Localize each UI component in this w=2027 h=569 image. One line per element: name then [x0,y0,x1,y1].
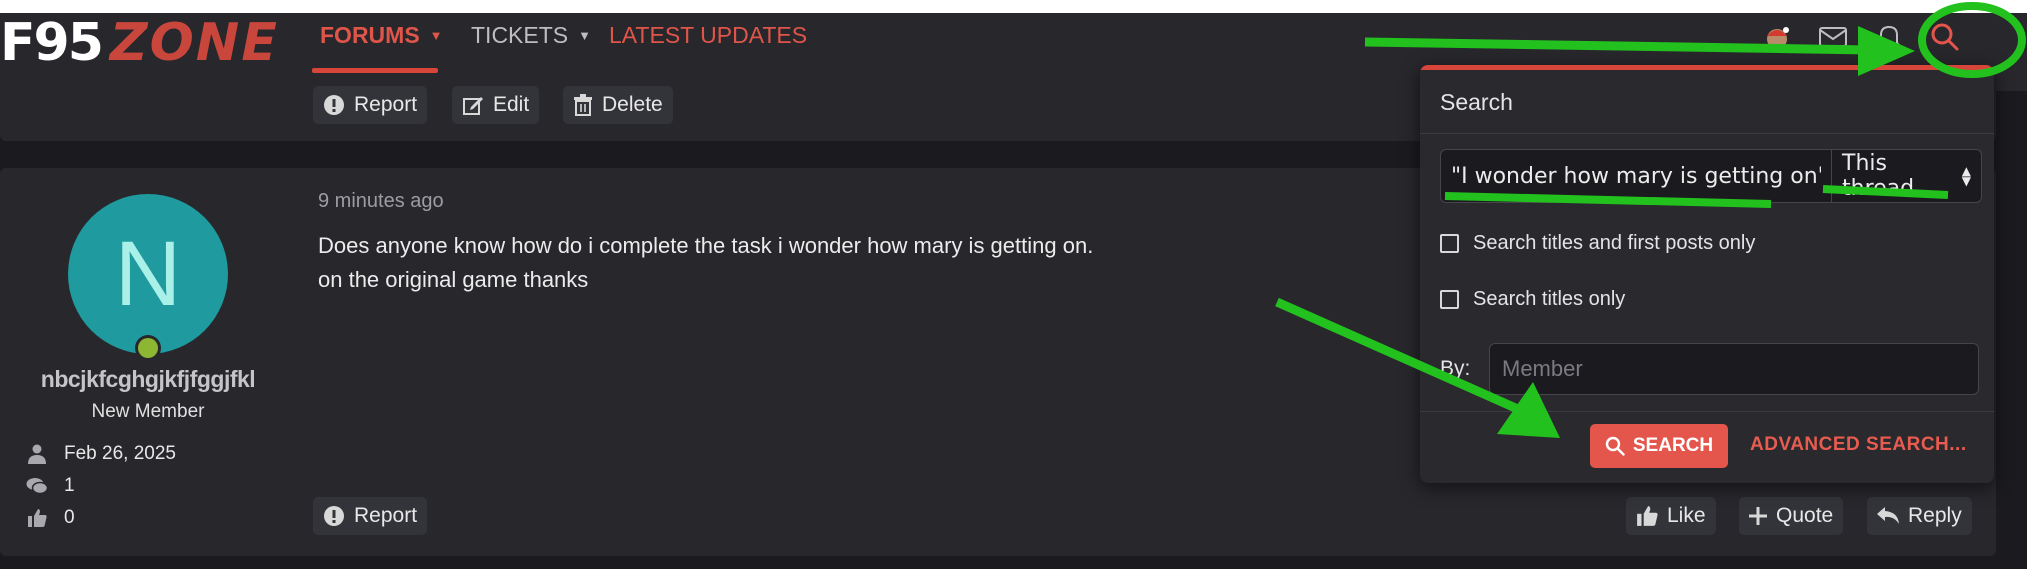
search-icon [1605,436,1625,456]
plus-icon [1749,507,1767,525]
edit-button[interactable]: Edit [452,86,540,124]
search-panel: Search This thread ▲▼ Search titles and … [1420,65,1994,483]
divider [1420,133,1994,134]
checkbox[interactable] [1440,290,1459,309]
thumbs-up-icon [28,509,47,527]
reply-label: Reply [1908,504,1962,527]
logo-f95: F95 [0,13,104,73]
option-titles-only[interactable]: Search titles only [1440,288,1625,311]
edit-label: Edit [493,93,530,116]
search-button[interactable]: SEARCH [1590,424,1728,468]
tab-tickets-label: TICKETS [471,22,569,48]
user-title: New Member [91,401,205,422]
report-label: Report [354,504,418,527]
warning-icon [324,95,344,115]
post-body: Does anyone know how do i complete the t… [318,229,1093,297]
joined-stat: Feb 26, 2025 [26,443,176,465]
like-label: Like [1667,504,1706,527]
logo-zone: ZONE [109,13,279,73]
header-icons [1760,20,1962,54]
post-body-line-1: Does anyone know how do i complete the t… [318,233,1094,258]
chevron-down-icon[interactable]: ▼ [578,28,591,43]
tab-forums[interactable]: FORUMS ▼ [320,22,443,49]
joined-date: Feb 26, 2025 [64,443,176,464]
advanced-search-link[interactable]: ADVANCED SEARCH... [1750,434,1967,456]
delete-label: Delete [602,93,663,116]
username[interactable]: nbcjkfcghgjkfjfggjfkl [0,366,296,393]
thumbs-up-icon [1637,506,1658,526]
reaction-count: 0 [64,507,75,528]
edit-icon [463,97,483,115]
top-strip [0,0,2027,13]
option-titles-first-posts[interactable]: Search titles and first posts only [1440,232,1755,255]
delete-button[interactable]: Delete [563,86,673,124]
trash-icon [574,94,592,116]
mail-icon[interactable] [1816,20,1850,54]
reply-button[interactable]: Reply [1867,497,1972,535]
messages-stat: 1 [26,475,75,497]
option-titles-first-posts-label: Search titles and first posts only [1473,232,1756,254]
avatar-icon[interactable] [1760,20,1794,54]
report-label: Report [354,93,418,116]
reactions-stat: 0 [26,507,75,529]
search-scope-select[interactable]: This thread ▲ ▼ [1831,150,1981,202]
panel-accent-bar [1420,65,1994,70]
post-body-line-2: on the original game thanks [318,267,589,292]
tab-forums-label: FORUMS [320,22,420,48]
report-button[interactable]: Report [313,497,428,535]
warning-icon [324,506,344,526]
search-query-group: This thread ▲▼ [1440,149,1982,203]
member-input[interactable] [1489,343,1979,395]
comments-icon [26,478,48,495]
post-time[interactable]: 9 minutes ago [318,190,444,213]
search-icon[interactable] [1928,20,1962,54]
avatar-initial: N [114,222,182,325]
search-scope-value: This thread [1842,151,1915,201]
divider [1420,411,1994,412]
select-arrows-icon: ▲ ▼ [1961,164,1971,188]
by-label: By: [1440,357,1471,380]
chevron-down-icon[interactable]: ▼ [430,28,443,43]
checkbox[interactable] [1440,234,1459,253]
active-tab-indicator [312,68,438,73]
option-titles-only-label: Search titles only [1473,288,1626,310]
user-icon [28,444,46,464]
avatar[interactable]: N [68,194,228,354]
like-button[interactable]: Like [1626,497,1716,535]
site-logo[interactable]: F95 ZONE [0,13,279,73]
reply-icon [1877,507,1899,524]
message-count: 1 [64,475,75,496]
report-button[interactable]: Report [313,86,428,124]
online-status-icon [135,335,161,361]
search-panel-title: Search [1440,89,1513,115]
bell-icon[interactable] [1872,20,1906,54]
search-input[interactable] [1441,150,1831,202]
quote-label: Quote [1776,504,1834,527]
tab-latest-updates-label: LATEST UPDATES [609,22,808,48]
quote-button[interactable]: Quote [1739,497,1844,535]
tab-latest-updates[interactable]: LATEST UPDATES [609,22,807,49]
tab-tickets[interactable]: TICKETS ▼ [471,22,591,49]
search-button-label: SEARCH [1632,435,1714,456]
